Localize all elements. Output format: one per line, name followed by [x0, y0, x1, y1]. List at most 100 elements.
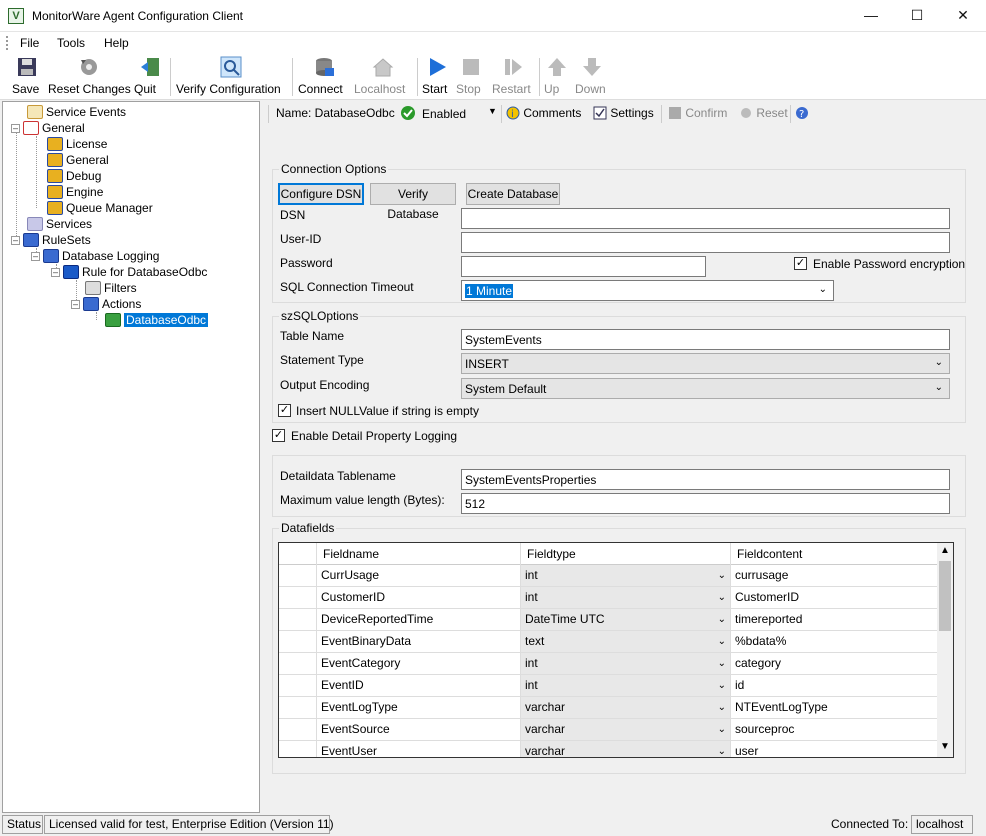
chevron-down-icon[interactable]: ⌄	[718, 631, 726, 652]
insert-null-checkbox[interactable]: ✓	[278, 404, 291, 417]
up-button[interactable]: Up	[544, 56, 570, 98]
collapse-icon[interactable]: –	[51, 268, 60, 277]
comments-button[interactable]: i Comments	[506, 106, 581, 120]
fieldname-cell[interactable]: EventSource	[317, 719, 521, 741]
scroll-down-icon[interactable]: ▼	[940, 741, 950, 752]
fieldcontent-cell[interactable]: CustomerID	[731, 587, 939, 609]
table-row[interactable]: EventSource varchar ⌄ sourceproc	[279, 719, 939, 741]
fieldcontent-cell[interactable]: user	[731, 741, 939, 757]
fieldtype-cell[interactable]: int ⌄	[521, 587, 731, 609]
menu-file[interactable]: File	[20, 36, 39, 50]
verify-database-button[interactable]: Verify Database	[370, 183, 456, 221]
enabled-dropdown[interactable]: Enabled ▼	[400, 103, 498, 125]
fieldtype-cell[interactable]: int ⌄	[521, 653, 731, 675]
tree-general[interactable]: – General	[11, 120, 85, 136]
userid-field[interactable]	[461, 232, 950, 253]
help-button[interactable]: ?	[795, 106, 809, 120]
column-header-fieldname[interactable]: Fieldname	[317, 543, 521, 565]
fieldname-cell[interactable]: EventCategory	[317, 653, 521, 675]
grid-scrollbar[interactable]: ▲ ▼	[937, 543, 953, 757]
table-row[interactable]: EventCategory int ⌄ category	[279, 653, 939, 675]
fieldname-cell[interactable]: CurrUsage	[317, 565, 521, 587]
fieldcontent-cell[interactable]: timereported	[731, 609, 939, 631]
chevron-down-icon[interactable]: ⌄	[718, 741, 726, 757]
fieldtype-cell[interactable]: varchar ⌄	[521, 741, 731, 757]
scrollbar-thumb[interactable]	[939, 561, 951, 631]
table-row[interactable]: EventID int ⌄ id	[279, 675, 939, 697]
close-button[interactable]: ✕	[940, 0, 986, 32]
fieldcontent-cell[interactable]: NTEventLogType	[731, 697, 939, 719]
maximize-button[interactable]: ☐	[894, 0, 940, 32]
sql-timeout-select[interactable]: 1 Minute ⌄	[461, 280, 834, 301]
fieldtype-cell[interactable]: int ⌄	[521, 565, 731, 587]
connect-button[interactable]: Connect	[298, 56, 350, 98]
tree-rulesets[interactable]: – RuleSets	[11, 232, 91, 248]
menu-help[interactable]: Help	[104, 36, 129, 50]
confirm-button[interactable]: Confirm	[668, 106, 727, 120]
collapse-icon[interactable]: –	[11, 236, 20, 245]
fieldname-cell[interactable]: CustomerID	[317, 587, 521, 609]
save-button[interactable]: Save	[12, 56, 42, 98]
down-button[interactable]: Down	[575, 56, 609, 98]
chevron-down-icon[interactable]: ⌄	[718, 653, 726, 674]
tree-service-events[interactable]: Service Events	[27, 104, 126, 120]
output-encoding-select[interactable]: System Default ⌄	[461, 378, 950, 399]
table-row[interactable]: EventBinaryData text ⌄ %bdata%	[279, 631, 939, 653]
dsn-field[interactable]	[461, 208, 950, 229]
tree-database-logging[interactable]: – Database Logging	[31, 248, 159, 264]
table-row[interactable]: CurrUsage int ⌄ currusage	[279, 565, 939, 587]
configure-dsn-button[interactable]: Configure DSN	[278, 183, 364, 205]
tree-license[interactable]: License	[47, 136, 107, 152]
max-value-length-field[interactable]: 512	[461, 493, 950, 514]
fieldtype-cell[interactable]: varchar ⌄	[521, 697, 731, 719]
fieldname-cell[interactable]: EventUser	[317, 741, 521, 757]
table-row[interactable]: DeviceReportedTime DateTime UTC ⌄ timerepor…	[279, 609, 939, 631]
start-button[interactable]: Start	[422, 56, 452, 98]
fieldcontent-cell[interactable]: %bdata%	[731, 631, 939, 653]
fieldcontent-cell[interactable]: category	[731, 653, 939, 675]
create-database-button[interactable]: Create Database	[466, 183, 560, 205]
tree-debug[interactable]: Debug	[47, 168, 101, 184]
fieldname-cell[interactable]: EventID	[317, 675, 521, 697]
fieldtype-cell[interactable]: int ⌄	[521, 675, 731, 697]
reset-changes-button[interactable]: Reset Changes	[48, 56, 131, 98]
chevron-down-icon[interactable]: ⌄	[718, 587, 726, 608]
reset-button[interactable]: Reset	[739, 106, 788, 120]
fieldcontent-cell[interactable]: currusage	[731, 565, 939, 587]
fieldname-cell[interactable]: DeviceReportedTime	[317, 609, 521, 631]
tree-queue-manager[interactable]: Queue Manager	[47, 200, 153, 216]
tree-filters[interactable]: Filters	[85, 280, 137, 296]
fieldtype-cell[interactable]: text ⌄	[521, 631, 731, 653]
minimize-button[interactable]: —	[848, 0, 894, 32]
table-row[interactable]: CustomerID int ⌄ CustomerID	[279, 587, 939, 609]
fieldname-cell[interactable]: EventLogType	[317, 697, 521, 719]
tree-general-child[interactable]: General	[47, 152, 109, 168]
tree-services[interactable]: Services	[27, 216, 92, 232]
menu-tools[interactable]: Tools	[57, 36, 85, 50]
password-field[interactable]	[461, 256, 706, 277]
column-header-fieldcontent[interactable]: Fieldcontent	[731, 543, 939, 565]
fieldtype-cell[interactable]: DateTime UTC ⌄	[521, 609, 731, 631]
tree-engine[interactable]: Engine	[47, 184, 103, 200]
fieldtype-cell[interactable]: varchar ⌄	[521, 719, 731, 741]
fieldname-cell[interactable]: EventBinaryData	[317, 631, 521, 653]
table-row[interactable]: EventUser varchar ⌄ user	[279, 741, 939, 757]
scroll-up-icon[interactable]: ▲	[940, 545, 950, 556]
fieldcontent-cell[interactable]: id	[731, 675, 939, 697]
password-encryption-checkbox[interactable]: ✓	[794, 257, 807, 270]
table-row[interactable]: EventLogType varchar ⌄ NTEventLogType	[279, 697, 939, 719]
chevron-down-icon[interactable]: ⌄	[718, 675, 726, 696]
tree-actions[interactable]: – Actions	[71, 296, 141, 312]
verify-configuration-button[interactable]: Verify Configuration	[176, 56, 286, 98]
tree-rule-databaseodbc[interactable]: – Rule for DatabaseOdbc	[51, 264, 207, 280]
quit-button[interactable]: Quit	[134, 56, 166, 98]
settings-button[interactable]: Settings	[593, 106, 654, 120]
detail-logging-checkbox[interactable]: ✓	[272, 429, 285, 442]
restart-button[interactable]: Restart	[492, 56, 534, 98]
table-name-field[interactable]: SystemEvents	[461, 329, 950, 350]
collapse-icon[interactable]: –	[71, 300, 80, 309]
stop-button[interactable]: Stop	[456, 56, 486, 98]
chevron-down-icon[interactable]: ⌄	[718, 697, 726, 718]
tree-action-databaseodbc[interactable]: DatabaseOdbc	[105, 312, 209, 328]
chevron-down-icon[interactable]: ⌄	[718, 609, 726, 630]
